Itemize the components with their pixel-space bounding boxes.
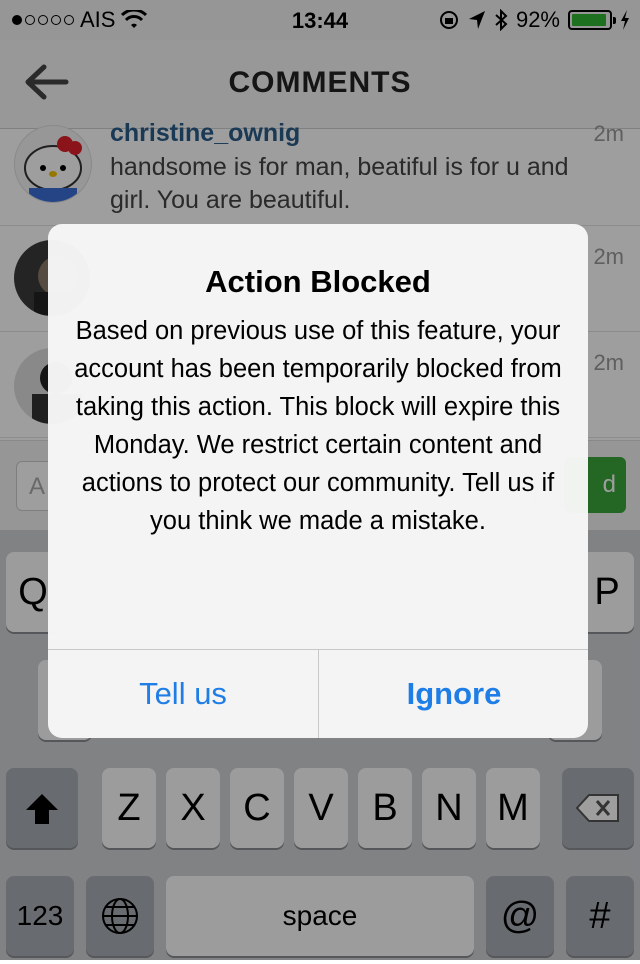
action-blocked-dialog: Action Blocked Based on previous use of … (48, 224, 588, 738)
tell-us-button[interactable]: Tell us (48, 650, 318, 738)
dialog-message: Based on previous use of this feature, y… (74, 317, 562, 535)
dialog-title: Action Blocked (205, 264, 431, 299)
ignore-button[interactable]: Ignore (319, 650, 588, 738)
